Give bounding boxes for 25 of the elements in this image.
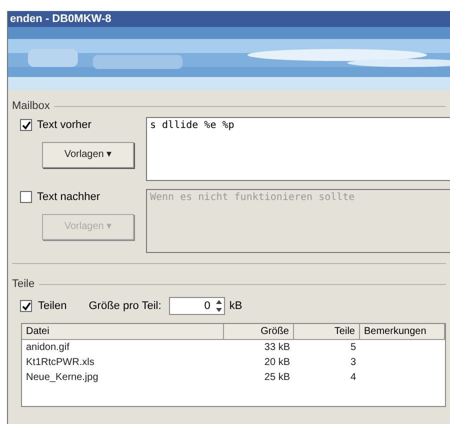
field-label: Größe pro Teil: [88, 298, 162, 314]
table-cell-text: 25 kB [263, 371, 291, 385]
column-header[interactable]: Bemerkungen [360, 324, 445, 339]
table-cell-text: 3 [349, 356, 357, 370]
checkbox-label: Text vorher [37, 118, 92, 133]
column-header[interactable]: Datei [22, 324, 224, 339]
checkbox-label: Teilen [38, 298, 67, 314]
spin-arrows-icon[interactable] [214, 298, 224, 314]
column-header[interactable]: Größe [224, 324, 294, 339]
unit-label: kB [229, 298, 242, 314]
table-cell-text: 33 kB [263, 341, 291, 355]
table-cell-text: anidon.gif [25, 341, 70, 355]
text-field[interactable]: s dllide %e %p [146, 117, 450, 181]
window-title: enden - DB0MKW-8 [8, 11, 450, 27]
table-cell-text: Kt1RtcPWR.xls [25, 356, 96, 370]
checkbox[interactable] [20, 300, 32, 312]
table-cell-text: 20 kB [263, 356, 291, 370]
table-cell-text: 5 [349, 341, 357, 355]
table-cell-text: 4 [349, 371, 357, 385]
checkbox[interactable] [20, 119, 32, 132]
checkbox-label: Text nachher [37, 190, 100, 205]
table-cell-text: Neue_Kerne.jpg [25, 371, 100, 385]
column-header[interactable]: Teile [294, 324, 360, 339]
templates-button[interactable]: Vorlagen ▾ [42, 142, 134, 168]
size-spinbox[interactable]: 0 [169, 297, 226, 315]
